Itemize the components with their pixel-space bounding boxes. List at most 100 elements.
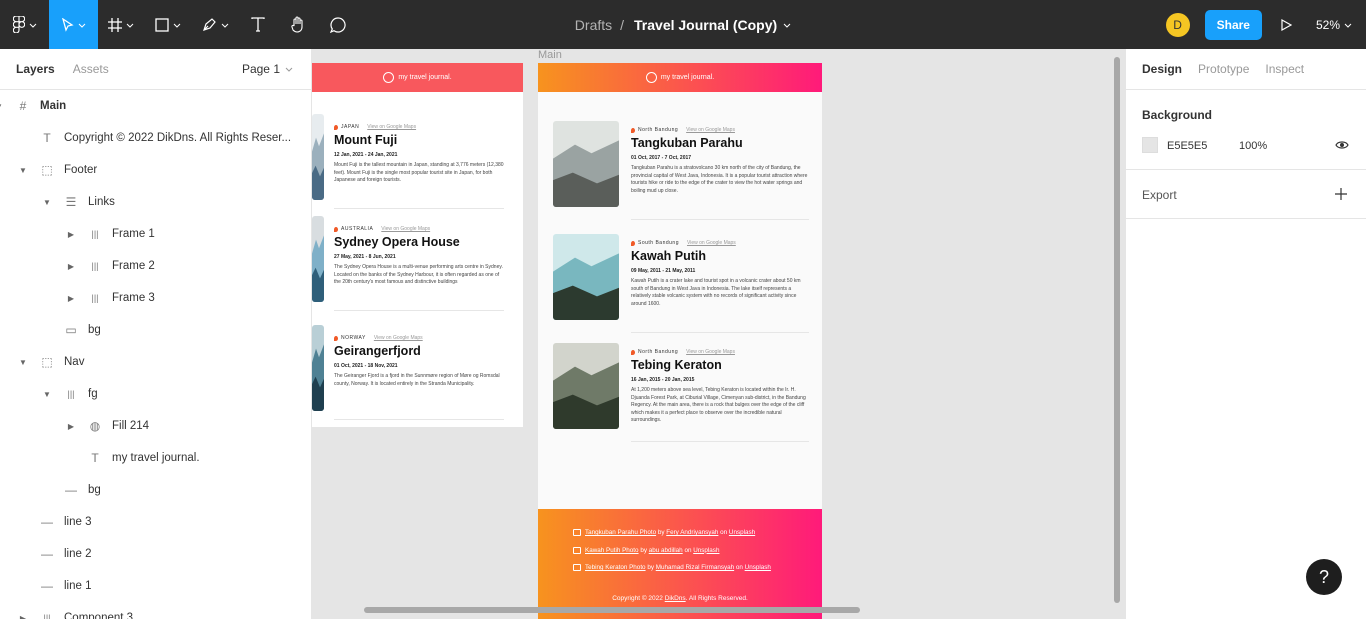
layer-label: Footer xyxy=(64,164,98,176)
play-icon[interactable] xyxy=(1280,18,1292,31)
google-maps-link[interactable]: View on Google Maps xyxy=(686,127,735,133)
line-icon: — xyxy=(41,547,53,561)
collapse-arrow-icon[interactable]: ▼ xyxy=(18,166,28,175)
main-menu-button[interactable] xyxy=(0,0,49,49)
text-tool-button[interactable] xyxy=(238,0,278,49)
canvas[interactable]: Main my travel journal. JAPAN View on Goo… xyxy=(312,49,1125,619)
expand-arrow-icon[interactable]: ▶ xyxy=(18,614,28,619)
entry-photo xyxy=(312,114,324,200)
expand-arrow-icon[interactable]: ▶ xyxy=(66,294,76,303)
hand-tool-button[interactable] xyxy=(278,0,318,49)
google-maps-link[interactable]: View on Google Maps xyxy=(686,349,735,355)
frame-travel-journal-a[interactable]: my travel journal. JAPAN View on Google M… xyxy=(312,63,523,427)
author-link[interactable]: abu abdillah xyxy=(649,547,683,554)
expand-arrow-icon[interactable]: ▶ xyxy=(66,422,76,431)
expand-arrow-icon[interactable]: ▶ xyxy=(66,230,76,239)
entry-divider xyxy=(334,208,504,209)
frame-main[interactable]: my travel journal. North Bandung View on … xyxy=(538,63,822,619)
credit-by: by xyxy=(640,546,647,554)
layer-row[interactable]: ▼ ⬚ Nav xyxy=(0,346,311,378)
share-button[interactable]: Share xyxy=(1204,9,1262,40)
background-hex[interactable]: E5E5E5 xyxy=(1167,140,1207,152)
layer-row[interactable]: — line 1 xyxy=(0,570,311,602)
zoom-dropdown[interactable]: 52% xyxy=(1316,18,1352,32)
layer-label: Main xyxy=(40,100,67,112)
layer-label: Nav xyxy=(64,356,85,368)
avatar[interactable]: D xyxy=(1165,12,1190,37)
collapse-arrow-icon[interactable]: ▼ xyxy=(0,102,4,111)
collapse-arrow-icon[interactable]: ▼ xyxy=(42,390,52,399)
google-maps-link[interactable]: View on Google Maps xyxy=(374,335,423,341)
unsplash-link[interactable]: Unsplash xyxy=(745,564,771,571)
entry-photo xyxy=(553,234,619,320)
layer-row[interactable]: ▼ ⬚ Footer xyxy=(0,154,311,186)
tab-inspect[interactable]: Inspect xyxy=(1265,62,1304,76)
layer-row[interactable]: — bg xyxy=(0,474,311,506)
google-maps-link[interactable]: View on Google Maps xyxy=(687,240,736,246)
rectangle-icon: ▭ xyxy=(65,323,77,337)
photo-credit: Tebing Keraton Photo by Muhamad Rizal Fi… xyxy=(573,564,771,571)
tab-assets[interactable]: Assets xyxy=(73,62,109,76)
comment-tool-button[interactable] xyxy=(318,0,358,49)
entry-dates: 01 Oct, 2017 - 7 Oct, 2017 xyxy=(631,155,692,161)
vertical-scrollbar[interactable] xyxy=(1114,57,1120,603)
toolbar: Drafts / Travel Journal (Copy) D Share 5… xyxy=(0,0,1366,49)
layer-row[interactable]: — line 2 xyxy=(0,538,311,570)
entry-dates: 09 May, 2011 - 21 May, 2011 xyxy=(631,268,696,274)
layer-row[interactable]: ▼ # Main xyxy=(0,90,311,122)
horizontal-scrollbar[interactable] xyxy=(364,607,860,613)
expand-arrow-icon[interactable]: ▶ xyxy=(66,262,76,271)
frame-tool-button[interactable] xyxy=(98,0,144,49)
layer-row[interactable]: ▶ ||| Component 3 xyxy=(0,602,311,619)
move-tool-button[interactable] xyxy=(49,0,98,49)
layer-row[interactable]: ▼ ☰ Links xyxy=(0,186,311,218)
copyright-link[interactable]: DikDns xyxy=(665,595,686,602)
collapse-arrow-icon[interactable]: ▼ xyxy=(18,358,28,367)
layer-row[interactable]: T Copyright © 2022 DikDns. All Rights Res… xyxy=(0,122,311,154)
google-maps-link[interactable]: View on Google Maps xyxy=(367,124,416,130)
breadcrumb-drafts[interactable]: Drafts xyxy=(575,17,612,33)
layer-row[interactable]: ▶ ◍ Fill 214 xyxy=(0,410,311,442)
background-swatch[interactable] xyxy=(1142,137,1158,153)
unsplash-link[interactable]: Unsplash xyxy=(693,547,719,554)
layer-row[interactable]: ▶ ||| Frame 1 xyxy=(0,218,311,250)
entry-dates: 27 May, 2021 - 8 Jun, 2021 xyxy=(334,254,396,260)
add-export-icon[interactable] xyxy=(1335,188,1347,200)
tab-design[interactable]: Design xyxy=(1142,62,1182,76)
author-link[interactable]: Muhamad Rizal Firmansyah xyxy=(656,564,734,571)
background-opacity[interactable]: 100% xyxy=(1239,140,1267,152)
google-maps-link[interactable]: View on Google Maps xyxy=(381,226,430,232)
tab-layers[interactable]: Layers xyxy=(16,62,55,76)
photo-link[interactable]: Kawah Putih Photo xyxy=(585,547,639,554)
layer-row[interactable]: ▶ ||| Frame 3 xyxy=(0,282,311,314)
eye-icon[interactable] xyxy=(1335,140,1349,150)
frame-label[interactable]: Main xyxy=(538,49,562,61)
dashed-frame-icon: ⬚ xyxy=(41,355,53,369)
layer-row[interactable]: Tmy travel journal. xyxy=(0,442,311,474)
horizontal-layout-icon: ||| xyxy=(91,229,99,239)
layer-label: line 1 xyxy=(64,580,92,592)
layer-row[interactable]: ▼ ||| fg xyxy=(0,378,311,410)
pin-icon xyxy=(334,124,338,130)
shape-tool-button[interactable] xyxy=(144,0,192,49)
line-icon: — xyxy=(41,579,53,593)
globe-icon xyxy=(383,72,395,83)
help-button[interactable]: ? xyxy=(1306,559,1342,595)
file-name[interactable]: Travel Journal (Copy) xyxy=(634,17,777,33)
collapse-arrow-icon[interactable]: ▼ xyxy=(42,198,52,207)
photo-link[interactable]: Tebing Keraton Photo xyxy=(585,564,646,571)
entry-title: Tebing Keraton xyxy=(631,358,722,372)
pin-icon xyxy=(334,226,338,232)
pen-tool-button[interactable] xyxy=(192,0,238,49)
author-link[interactable]: Fery Andriyansyah xyxy=(666,529,718,536)
layer-row[interactable]: ▶ ||| Frame 2 xyxy=(0,250,311,282)
photo-link[interactable]: Tangkuban Parahu Photo xyxy=(585,529,656,536)
layer-row[interactable]: — line 3 xyxy=(0,506,311,538)
layer-label: Frame 2 xyxy=(112,260,155,272)
page-selector[interactable]: Page 1 xyxy=(242,62,293,76)
chevron-down-icon[interactable] xyxy=(783,21,791,29)
unsplash-link[interactable]: Unsplash xyxy=(729,529,755,536)
tab-prototype[interactable]: Prototype xyxy=(1198,62,1249,76)
layer-row[interactable]: ▭ bg xyxy=(0,314,311,346)
entry-description: At 1,200 meters above sea level, Tebing … xyxy=(631,387,806,423)
